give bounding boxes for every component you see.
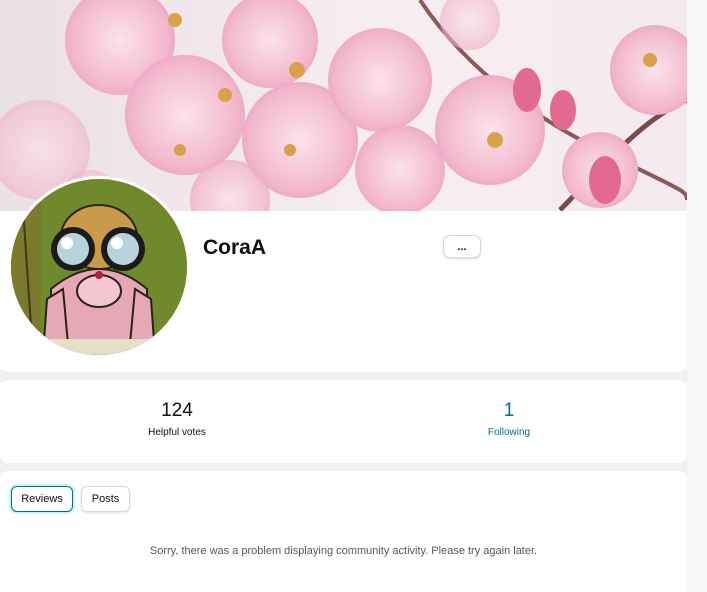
- helpful-votes-count: 124: [161, 400, 193, 421]
- stats-card: 124 Helpful votes 1 Following: [0, 380, 687, 463]
- avatar: [8, 176, 190, 358]
- following-stat-link[interactable]: 1 Following: [409, 399, 609, 438]
- tab-posts[interactable]: Posts: [81, 486, 130, 512]
- following-label[interactable]: Following: [409, 427, 609, 438]
- profile-username: CoraA: [203, 236, 267, 259]
- following-count[interactable]: 1: [409, 399, 609, 423]
- page-edge: [687, 0, 707, 592]
- profile-card: CoraA ...: [0, 0, 687, 372]
- tab-reviews[interactable]: Reviews: [11, 486, 73, 512]
- helpful-votes-stat: 124 Helpful votes: [77, 399, 277, 438]
- activity-error-message: Sorry, there was a problem displaying co…: [149, 545, 538, 557]
- more-options-button[interactable]: ...: [443, 235, 481, 258]
- helpful-votes-label: Helpful votes: [148, 427, 206, 438]
- community-activity-card: Reviews Posts Sorry, there was a problem…: [0, 471, 687, 592]
